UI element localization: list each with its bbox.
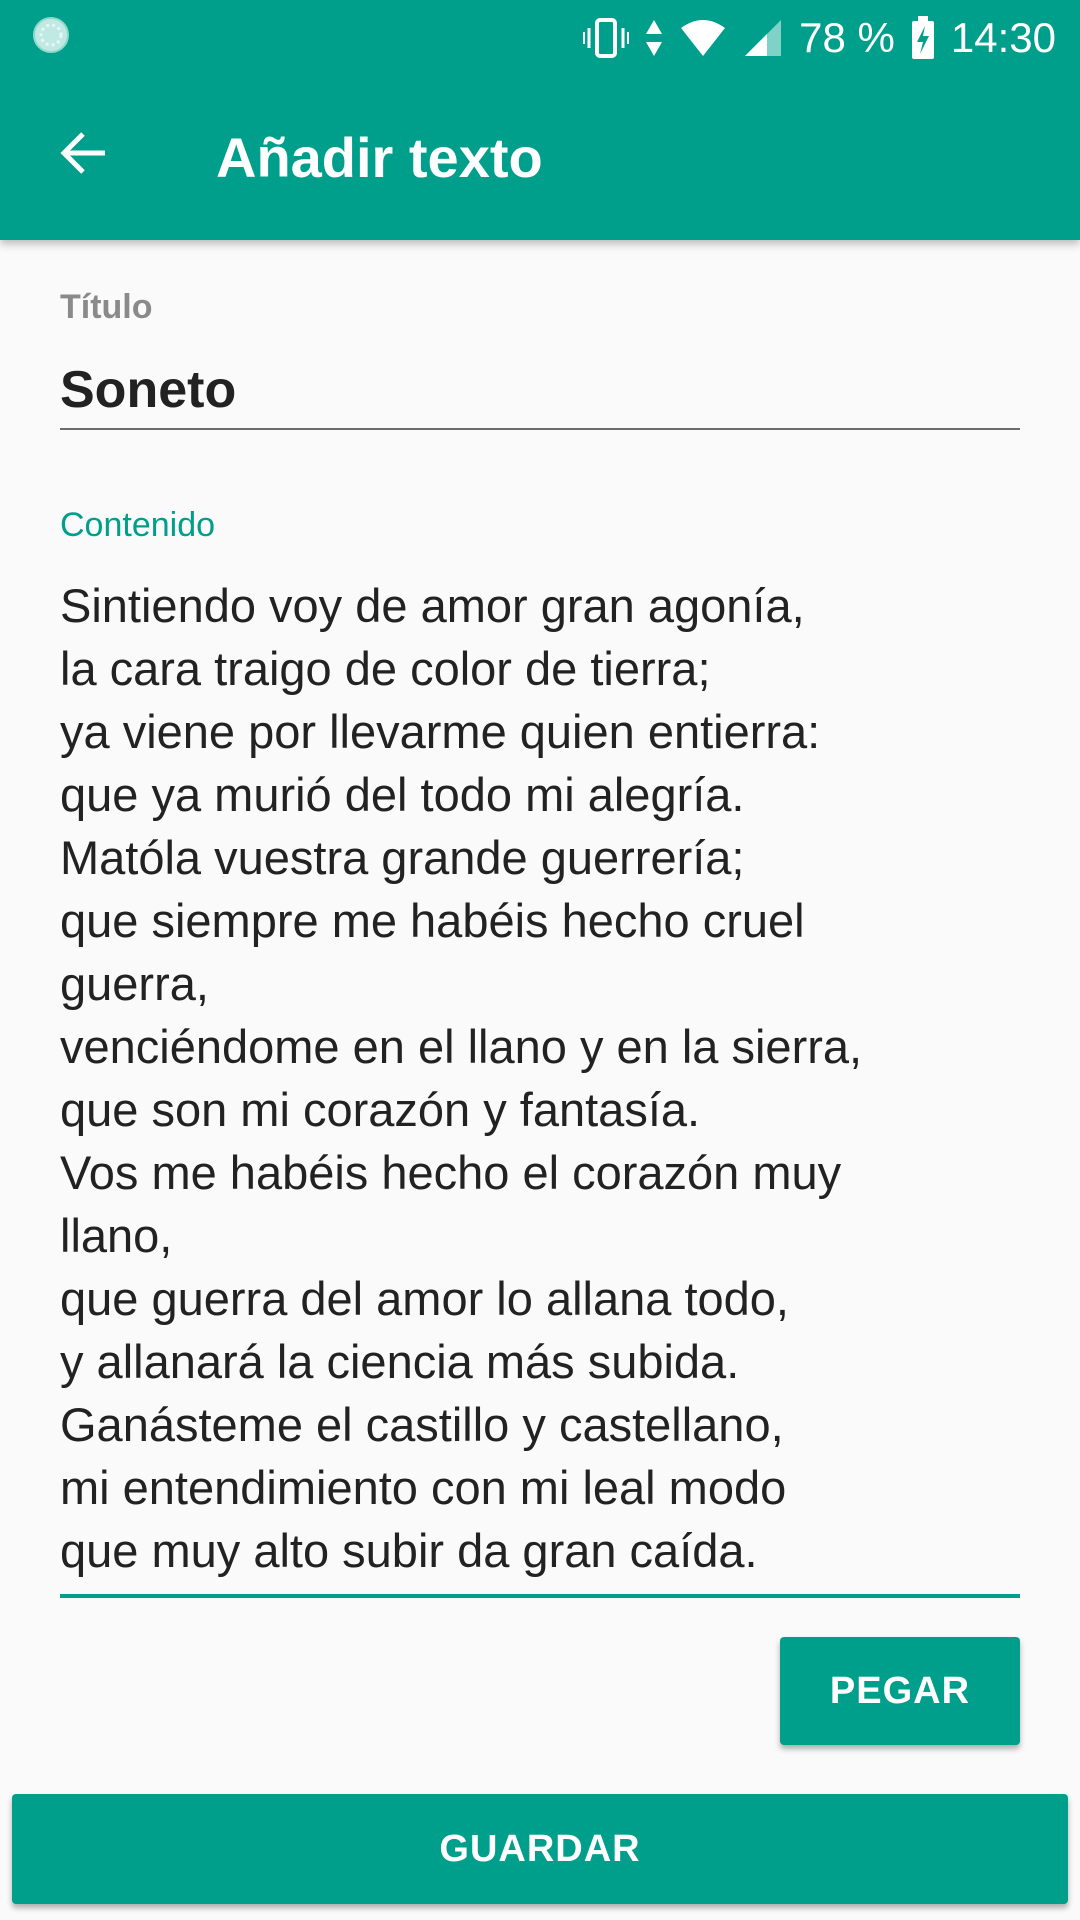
vibrate-icon: [583, 16, 630, 60]
paste-button[interactable]: PEGAR: [780, 1637, 1020, 1745]
content-line: Sintiendo voy de amor gran agonía,: [60, 579, 805, 632]
status-icons: 78 % 14:30: [583, 10, 1056, 66]
content-line: y allanará la ciencia más subida.: [60, 1335, 740, 1388]
back-button[interactable]: [44, 115, 124, 195]
content-line: Ganásteme el castillo y castellano,: [60, 1398, 784, 1451]
content-line: Vos me habéis hecho el corazón muy: [60, 1146, 842, 1199]
content-line: que ya murió del todo mi alegría.: [60, 768, 745, 821]
content-line: la cara traigo de color de tierra;: [60, 642, 711, 695]
title-field[interactable]: Soneto: [60, 350, 1020, 430]
content-line: venciéndome en el llano y en la sierra,: [60, 1020, 863, 1073]
loading-circle-icon: [32, 16, 70, 54]
content-line: Matóla vuestra grande guerrería;: [60, 831, 745, 884]
data-arrows-icon: [645, 18, 663, 58]
cell-signal-icon: [743, 18, 783, 58]
content-field[interactable]: Sintiendo voy de amor gran agonía, la ca…: [60, 574, 1020, 1598]
app-bar: 78 % 14:30 Añadir texto: [0, 0, 1080, 240]
title-field-label: Título: [60, 288, 153, 326]
content-field-label: Contenido: [60, 506, 216, 544]
battery-percent: 78 %: [799, 14, 895, 61]
content-line: que guerra del amor lo allana todo,: [60, 1272, 789, 1325]
content-line: que siempre me habéis hecho cruel: [60, 894, 805, 947]
content-line: llano,: [60, 1209, 173, 1262]
content-line: que son mi corazón y fantasía.: [60, 1083, 701, 1136]
wifi-icon: [679, 18, 727, 58]
content-line: que muy alto subir da gran caída.: [60, 1524, 758, 1577]
status-bar: 78 % 14:30: [0, 0, 1080, 75]
content-line: ya viene por llevarme quien entierra:: [60, 705, 821, 758]
clock-time: 14:30: [950, 14, 1056, 61]
save-button[interactable]: GUARDAR: [12, 1794, 1068, 1904]
content-line: guerra,: [60, 957, 209, 1010]
battery-charging-icon: [911, 16, 935, 60]
content-line: mi entendimiento con mi leal modo: [60, 1461, 787, 1514]
page-title: Añadir texto: [216, 126, 543, 189]
arrow-back-icon: [59, 128, 109, 183]
toolbar: Añadir texto: [0, 75, 1080, 240]
